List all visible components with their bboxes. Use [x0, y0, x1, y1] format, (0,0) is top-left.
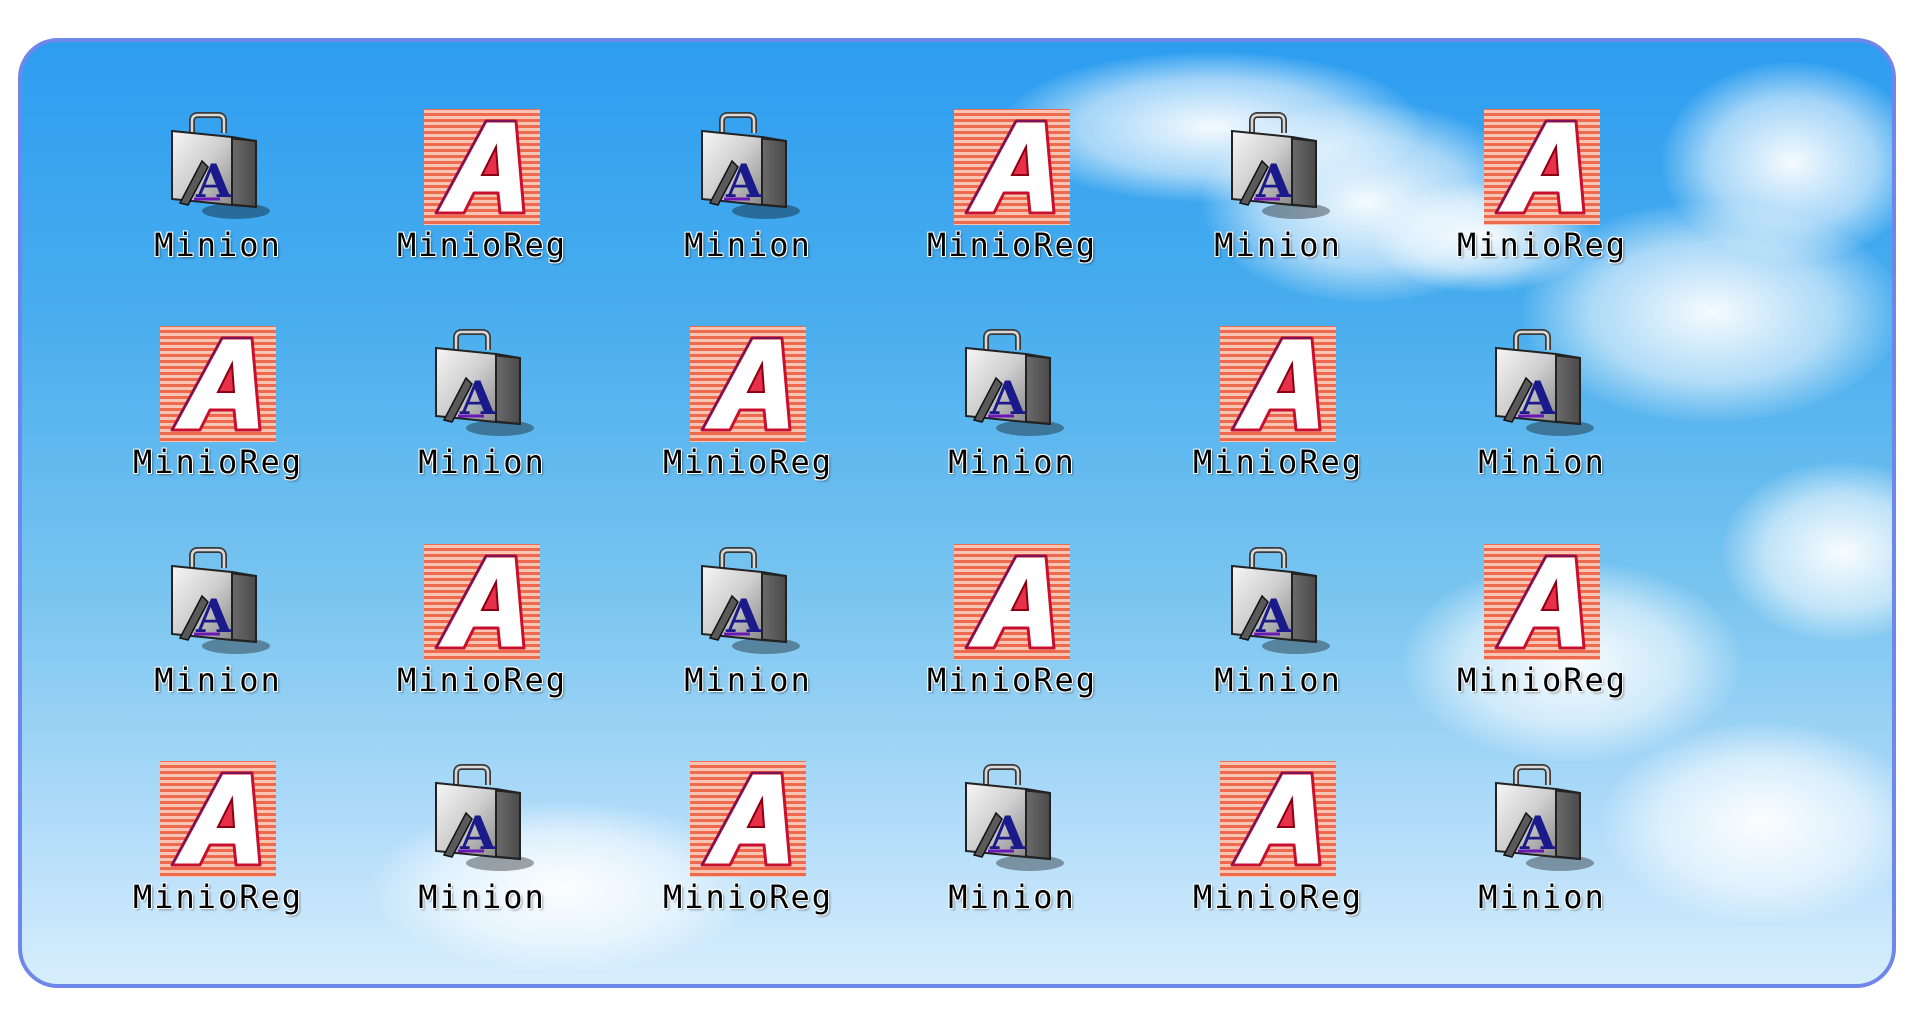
- icon-label: Minion: [948, 443, 1076, 481]
- icon-label: Minion: [418, 443, 546, 481]
- briefcase-app-icon: A: [1482, 759, 1602, 879]
- icon-label: Minion: [418, 878, 546, 916]
- desktop-icon-minion[interactable]: A Minion: [118, 542, 318, 712]
- desktop-icon-minioreg[interactable]: MinioReg: [1178, 324, 1378, 494]
- desktop-icon-minioreg[interactable]: MinioReg: [912, 107, 1112, 277]
- striped-letter-a-icon: [422, 107, 542, 227]
- desktop-icon-minioreg[interactable]: MinioReg: [1178, 759, 1378, 929]
- desktop-icon-minion[interactable]: A Minion: [1442, 759, 1642, 929]
- icon-label: Minion: [1214, 226, 1342, 264]
- desktop-icon-minion[interactable]: A Minion: [648, 107, 848, 277]
- desktop-icon-minion[interactable]: A Minion: [912, 759, 1112, 929]
- briefcase-app-icon: A: [952, 759, 1072, 879]
- icon-label: MinioReg: [396, 661, 568, 699]
- striped-letter-a-icon: [688, 324, 808, 444]
- icon-label: MinioReg: [1192, 878, 1364, 916]
- desktop-icon-minion[interactable]: A Minion: [382, 759, 582, 929]
- striped-letter-a-icon: [1482, 107, 1602, 227]
- briefcase-app-icon: A: [1482, 324, 1602, 444]
- desktop-icon-minion[interactable]: A Minion: [382, 324, 582, 494]
- icon-label: Minion: [154, 661, 282, 699]
- icon-label: Minion: [1478, 443, 1606, 481]
- desktop-icon-minion[interactable]: A Minion: [912, 324, 1112, 494]
- icon-label: MinioReg: [1456, 661, 1628, 699]
- icon-label: Minion: [684, 661, 812, 699]
- striped-letter-a-icon: [1218, 324, 1338, 444]
- icon-label: MinioReg: [132, 443, 304, 481]
- desktop-icon-grid: A Minion MinioReg A Minion MinioReg A Mi…: [22, 42, 1892, 984]
- desktop-icon-minioreg[interactable]: MinioReg: [118, 324, 318, 494]
- icon-label: Minion: [1478, 878, 1606, 916]
- desktop-icon-minioreg[interactable]: MinioReg: [648, 759, 848, 929]
- striped-letter-a-icon: [158, 759, 278, 879]
- icon-label: MinioReg: [1456, 226, 1628, 264]
- striped-letter-a-icon: [952, 107, 1072, 227]
- striped-letter-a-icon: [1218, 759, 1338, 879]
- desktop-icon-minion[interactable]: A Minion: [1442, 324, 1642, 494]
- icon-label: Minion: [684, 226, 812, 264]
- desktop-icon-minioreg[interactable]: MinioReg: [1442, 107, 1642, 277]
- icon-label: MinioReg: [132, 878, 304, 916]
- striped-letter-a-icon: [1482, 542, 1602, 662]
- striped-letter-a-icon: [952, 542, 1072, 662]
- briefcase-app-icon: A: [688, 542, 808, 662]
- desktop-icon-minion[interactable]: A Minion: [1178, 107, 1378, 277]
- icon-label: MinioReg: [662, 878, 834, 916]
- desktop-icon-minioreg[interactable]: MinioReg: [118, 759, 318, 929]
- icon-label: MinioReg: [396, 226, 568, 264]
- icon-label: MinioReg: [662, 443, 834, 481]
- desktop-icon-minion[interactable]: A Minion: [118, 107, 318, 277]
- icon-label: Minion: [154, 226, 282, 264]
- icon-label: MinioReg: [926, 226, 1098, 264]
- briefcase-app-icon: A: [952, 324, 1072, 444]
- briefcase-app-icon: A: [688, 107, 808, 227]
- desktop-icon-minioreg[interactable]: MinioReg: [912, 542, 1112, 712]
- briefcase-app-icon: A: [158, 542, 278, 662]
- desktop-icon-minion[interactable]: A Minion: [1178, 542, 1378, 712]
- icon-label: MinioReg: [926, 661, 1098, 699]
- briefcase-app-icon: A: [158, 107, 278, 227]
- briefcase-app-icon: A: [1218, 107, 1338, 227]
- briefcase-app-icon: A: [422, 759, 542, 879]
- striped-letter-a-icon: [422, 542, 542, 662]
- icon-label: MinioReg: [1192, 443, 1364, 481]
- icon-label: Minion: [1214, 661, 1342, 699]
- desktop-window: A Minion MinioReg A Minion MinioReg A Mi…: [18, 38, 1896, 988]
- desktop-icon-minioreg[interactable]: MinioReg: [648, 324, 848, 494]
- icon-label: Minion: [948, 878, 1076, 916]
- striped-letter-a-icon: [688, 759, 808, 879]
- striped-letter-a-icon: [158, 324, 278, 444]
- briefcase-app-icon: A: [422, 324, 542, 444]
- desktop-icon-minioreg[interactable]: MinioReg: [382, 542, 582, 712]
- desktop-icon-minioreg[interactable]: MinioReg: [382, 107, 582, 277]
- briefcase-app-icon: A: [1218, 542, 1338, 662]
- desktop-icon-minion[interactable]: A Minion: [648, 542, 848, 712]
- desktop-icon-minioreg[interactable]: MinioReg: [1442, 542, 1642, 712]
